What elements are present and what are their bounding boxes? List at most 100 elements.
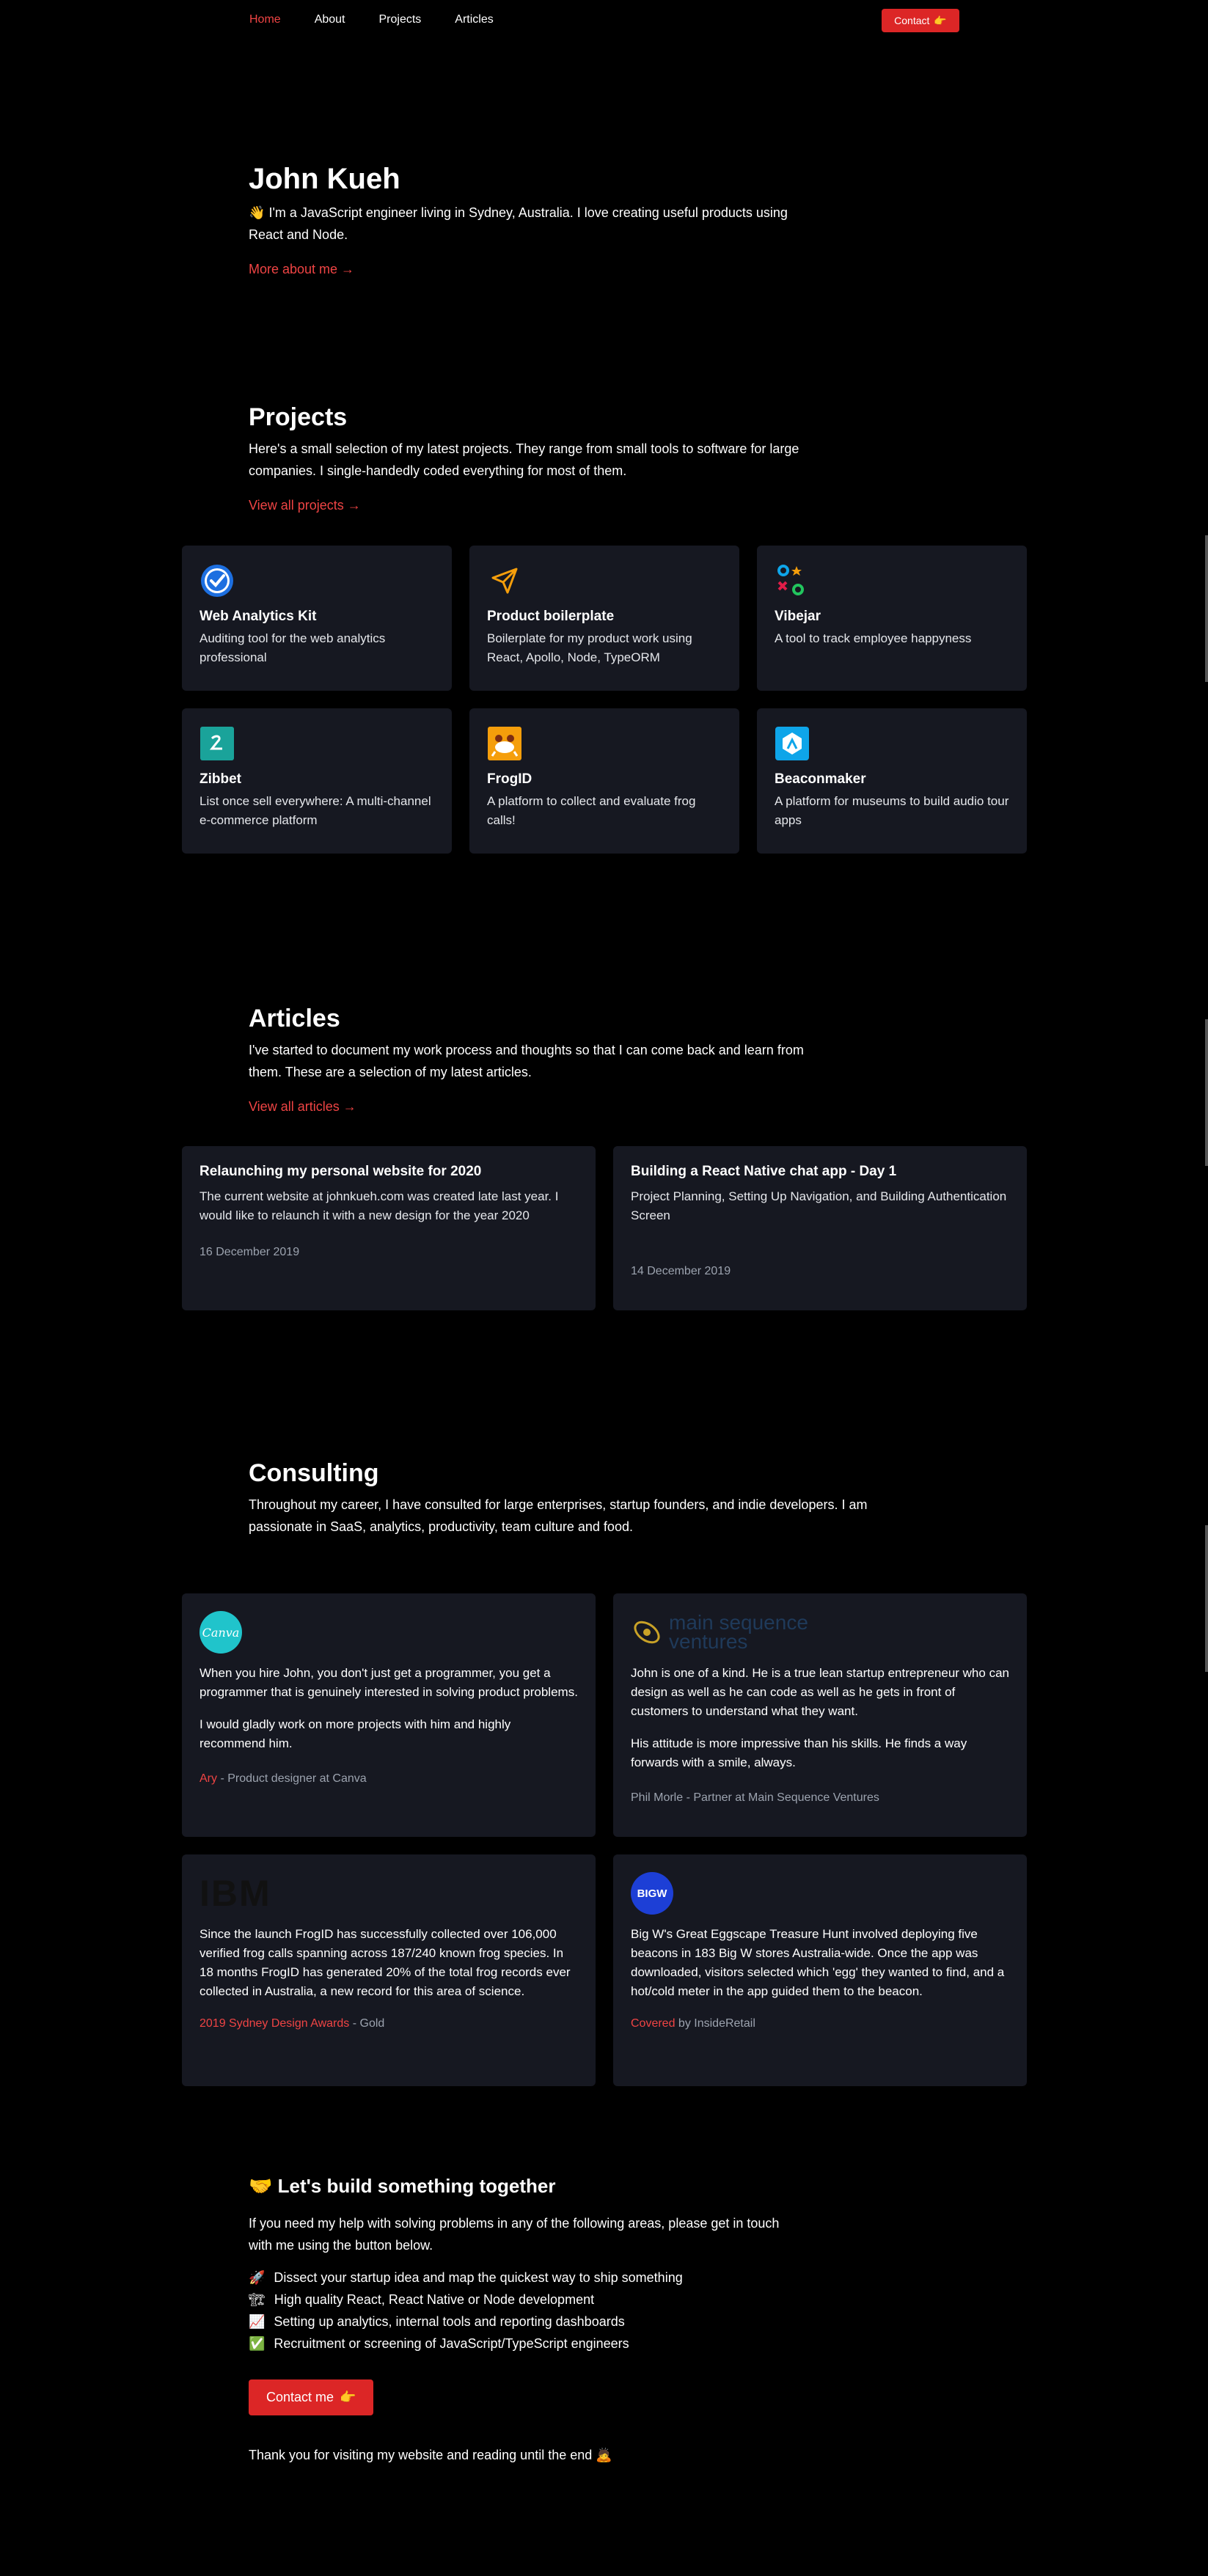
canva-logo: Canva [199, 1611, 578, 1654]
testimonial-text: Big W's Great Eggscape Treasure Hunt inv… [631, 1927, 1005, 1998]
rocket-icon: 🚀 [249, 2270, 266, 2285]
articles-text: I've started to document my work process… [249, 1043, 804, 1079]
list-item: 🚀 Dissect your startup idea and map the q… [249, 2267, 850, 2289]
project-name: Vibejar [775, 609, 821, 624]
project-card[interactable]: FrogID A platform to collect and evaluat… [469, 708, 739, 854]
project-card[interactable]: Zibbet List once sell everywhere: A mult… [182, 708, 452, 854]
nav-articles[interactable]: Articles [455, 13, 493, 26]
article-desc: The current website at johnkueh.com was … [199, 1189, 559, 1222]
article-desc: Project Planning, Setting Up Navigation,… [631, 1189, 1007, 1222]
orbit-icon [634, 1621, 660, 1644]
build-title: 🤝 Let's build something together [249, 2175, 556, 2197]
waving-hand-icon: 👋 [249, 205, 266, 220]
article-title: Relaunching my personal website for 2020 [199, 1164, 482, 1179]
bowing-person-icon: 🙇 [596, 2448, 612, 2462]
article-title: Building a React Native chat app - Day 1 [631, 1164, 897, 1179]
articles-title: Articles [249, 1005, 340, 1032]
beaconmaker-logo-icon [775, 726, 810, 761]
project-desc: A platform to collect and evaluate frog … [487, 794, 696, 827]
build-section: 🤝 Let's build something together If you … [249, 2175, 850, 2463]
project-card[interactable]: Beaconmaker A platform for museums to bu… [757, 708, 1027, 854]
testimonial-card: Canva When you hire John, you don't just… [182, 1593, 596, 1837]
scrollbar-thumb[interactable] [1205, 1525, 1208, 1672]
build-text: If you need my help with solving problem… [249, 2216, 780, 2253]
view-all-articles-link[interactable]: View all articles → [249, 1099, 356, 1115]
testimonial-text: I would gladly work on more projects wit… [199, 1717, 511, 1750]
testimonial-text: When you hire John, you don't just get a… [199, 1666, 578, 1699]
article-card[interactable]: Building a React Native chat app - Day 1… [613, 1146, 1027, 1310]
projects-text: Here's a small selection of my latest pr… [249, 441, 799, 478]
project-name: Web Analytics Kit [199, 609, 317, 624]
testimonial-attribution: Phil Morle - Partner at Main Sequence Ve… [631, 1791, 879, 1804]
check-badge-icon [199, 563, 235, 598]
check-mark-icon: ✅ [249, 2336, 266, 2351]
project-name: Product boilerplate [487, 609, 615, 624]
testimonial-text: John is one of a kind. He is a true lean… [631, 1666, 1009, 1718]
hero-text-body: I'm a JavaScript engineer living in Sydn… [249, 205, 788, 242]
shapes-icon [775, 563, 810, 598]
article-date: 14 December 2019 [631, 1265, 731, 1277]
services-list: 🚀 Dissect your startup idea and map the q… [249, 2267, 850, 2355]
testimonial-card: BIGW Big W's Great Eggscape Treasure Hun… [613, 1854, 1027, 2086]
project-card[interactable]: Vibejar A tool to track employee happyne… [757, 546, 1027, 691]
project-name: FrogID [487, 771, 532, 787]
testimonials-grid: Canva When you hire John, you don't just… [182, 1593, 1027, 2086]
testimonial-attribution: 2019 Sydney Design Awards - Gold [199, 2017, 385, 2030]
consulting-text: Throughout my career, I have consulted f… [249, 1497, 868, 1534]
pointing-hand-icon: 👉 [340, 2390, 356, 2404]
bigw-logo: BIGW [631, 1872, 1009, 1915]
frog-icon [487, 726, 522, 761]
nav-links: Home About Projects Articles [249, 13, 494, 26]
project-card[interactable]: Product boilerplate Boilerplate for my p… [469, 546, 739, 691]
testimonial-card: main sequence ventures John is one of a … [613, 1593, 1027, 1837]
list-item: 📈 Setting up analytics, internal tools an… [249, 2311, 850, 2333]
hero-title: John Kueh [249, 163, 400, 195]
consulting-title: Consulting [249, 1459, 379, 1487]
articles-section: Articles I've started to document my wor… [249, 1005, 850, 1115]
pointing-hand-icon: 👉 [934, 14, 947, 26]
hero-text: 👋 I'm a JavaScript engineer living in Sy… [249, 202, 806, 246]
article-card[interactable]: Relaunching my personal website for 2020… [182, 1146, 596, 1310]
consulting-section: Consulting Throughout my career, I have … [249, 1459, 909, 1538]
list-item: 🏗 High quality React, React Native or Nod… [249, 2289, 850, 2311]
more-about-me-link[interactable]: More about me → [249, 262, 354, 277]
testimonial-text: His attitude is more impressive than his… [631, 1736, 967, 1769]
contact-me-label: Contact me [266, 2390, 334, 2404]
article-date: 16 December 2019 [199, 1246, 300, 1258]
scrollbar-thumb[interactable] [1205, 535, 1208, 682]
footer-text: Thank you for visiting my website and re… [249, 2448, 612, 2462]
nav-home[interactable]: Home [249, 13, 281, 26]
project-name: Beaconmaker [775, 771, 866, 787]
list-item: ✅ Recruitment or screening of JavaScript/… [249, 2333, 850, 2355]
project-desc: A tool to track employee happyness [775, 631, 972, 645]
contact-button-label: Contact [894, 15, 930, 26]
main-sequence-logo: main sequence ventures [631, 1611, 1009, 1654]
contact-button[interactable]: Contact 👉 [882, 9, 959, 32]
projects-section: Projects Here's a small selection of my … [249, 403, 850, 513]
handshake-icon: 🤝 [249, 2175, 273, 2197]
top-nav: Home About Projects Articles Contact 👉 [0, 0, 1208, 41]
project-card[interactable]: Web Analytics Kit Auditing tool for the … [182, 546, 452, 691]
projects-title: Projects [249, 403, 348, 431]
scrollbar-thumb[interactable] [1205, 1019, 1208, 1166]
ibm-logo: IBM [199, 1873, 271, 1914]
paper-plane-icon [487, 563, 522, 598]
testimonial-text: Since the launch FrogID has successfully… [199, 1927, 571, 1998]
project-desc: List once sell everywhere: A multi-chann… [199, 794, 431, 827]
chart-icon: 📈 [249, 2314, 266, 2329]
testimonial-attribution: Covered by InsideRetail [631, 2017, 755, 2030]
project-desc: Boilerplate for my product work using Re… [487, 631, 692, 664]
zibbet-logo-icon [199, 726, 235, 761]
view-all-projects-link[interactable]: View all projects → [249, 498, 361, 513]
project-desc: A platform for museums to build audio to… [775, 794, 1009, 827]
nav-projects[interactable]: Projects [379, 13, 422, 26]
construction-icon: 🏗 [249, 2292, 266, 2307]
nav-about[interactable]: About [315, 13, 345, 26]
projects-grid: Web Analytics Kit Auditing tool for the … [182, 546, 1027, 854]
project-desc: Auditing tool for the web analytics prof… [199, 631, 386, 664]
contact-me-button[interactable]: Contact me 👉 [249, 2379, 374, 2415]
hero-section: John Kueh 👋 I'm a JavaScript engineer li… [249, 163, 850, 277]
articles-grid: Relaunching my personal website for 2020… [182, 1146, 1027, 1310]
testimonial-attribution: Ary - Product designer at Canva [199, 1772, 367, 1785]
testimonial-card: IBM Since the launch FrogID has successf… [182, 1854, 596, 2086]
